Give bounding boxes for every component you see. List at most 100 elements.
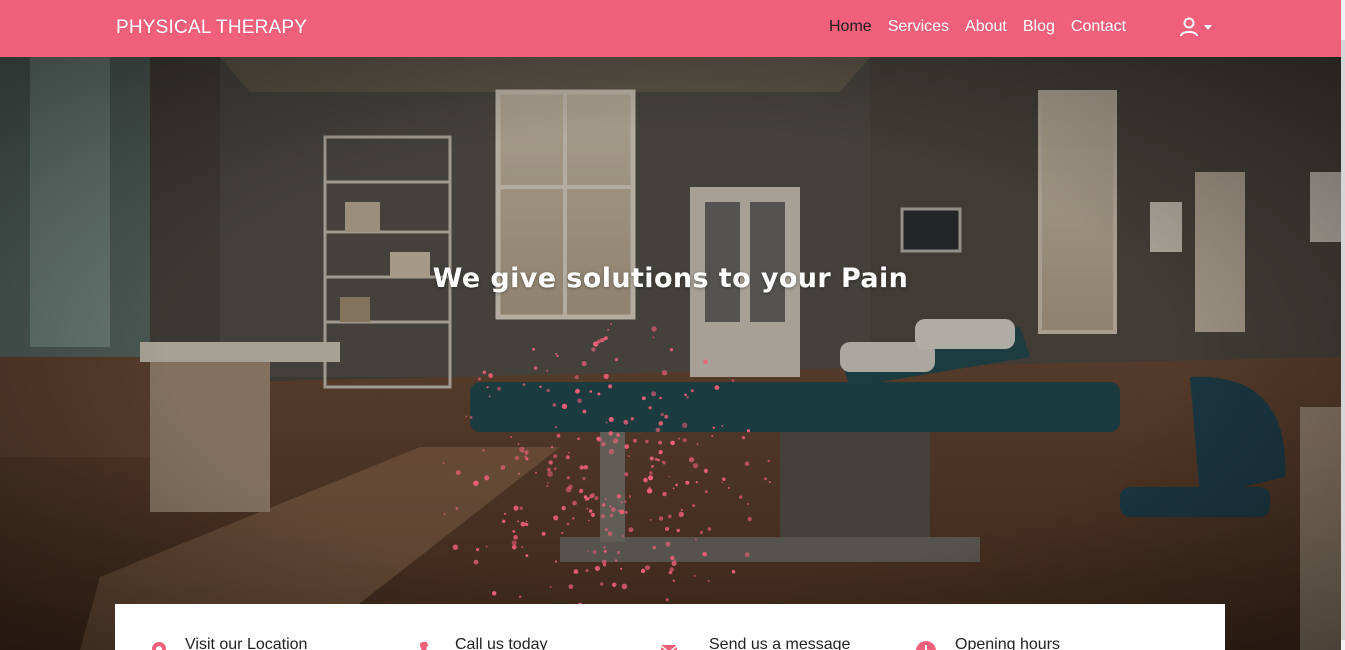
navbar: PHYSICAL THERAPY Home Services About Blo… xyxy=(0,0,1341,57)
particle-dot xyxy=(616,551,621,555)
phone-icon xyxy=(420,642,428,650)
particle-dot xyxy=(512,544,517,550)
particle-dot xyxy=(601,559,607,565)
particle-dot xyxy=(608,431,614,436)
particle-dot xyxy=(628,527,634,533)
nav-blog[interactable]: Blog xyxy=(1023,18,1055,36)
particle-dot xyxy=(573,569,579,574)
particle-dot xyxy=(568,584,574,590)
particle-dot xyxy=(552,403,557,407)
particle-dot xyxy=(648,486,651,489)
particle-dot xyxy=(608,384,613,389)
particle-dot xyxy=(628,495,632,498)
particle-dot xyxy=(668,514,672,519)
particle-dot xyxy=(554,560,558,563)
particle-effect xyxy=(442,323,771,631)
particle-dot xyxy=(649,471,653,475)
particle-dot xyxy=(600,337,605,343)
nav-services[interactable]: Services xyxy=(888,18,949,36)
particle-dot xyxy=(619,509,625,515)
particle-dot xyxy=(744,552,750,558)
particle-dot xyxy=(511,540,517,546)
particle-dot xyxy=(547,467,551,472)
particle-dot xyxy=(512,530,516,533)
scrollbar-thumb[interactable] xyxy=(1341,40,1345,640)
particle-dot xyxy=(532,347,535,351)
particle-dot xyxy=(575,388,580,394)
particle-dot xyxy=(521,546,524,549)
particle-dot xyxy=(605,421,608,424)
particle-dot xyxy=(622,535,624,537)
info-phone[interactable]: Call us today xyxy=(385,604,639,650)
particle-dot xyxy=(651,465,654,468)
particle-dot xyxy=(645,439,649,444)
particle-dot xyxy=(692,463,699,469)
user-icon xyxy=(1180,17,1198,37)
nav-about[interactable]: About xyxy=(965,18,1007,36)
particle-dot xyxy=(623,419,629,425)
particle-dot xyxy=(768,481,771,484)
particle-dot xyxy=(539,385,542,388)
user-menu-dropdown[interactable] xyxy=(1178,16,1212,38)
particle-dot xyxy=(747,517,752,522)
particle-dot xyxy=(525,520,528,523)
particle-dot xyxy=(574,375,579,380)
particle-dot xyxy=(680,508,683,511)
nav-home[interactable]: Home xyxy=(829,18,872,36)
particle-dot xyxy=(624,472,629,477)
particle-dot xyxy=(602,503,606,507)
particle-dot xyxy=(608,448,615,455)
particle-dot xyxy=(669,348,674,352)
particle-dot xyxy=(582,409,587,414)
brand-logo[interactable]: PHYSICAL THERAPY xyxy=(116,17,307,39)
particle-dot xyxy=(652,336,655,339)
nav-contact[interactable]: Contact xyxy=(1071,18,1126,36)
particle-dot xyxy=(707,580,710,582)
particle-dot xyxy=(659,396,662,400)
scrollbar[interactable] xyxy=(1341,0,1345,650)
particle-dot xyxy=(722,477,726,482)
particle-dot xyxy=(682,422,688,428)
particle-dot xyxy=(578,488,584,494)
particle-dot xyxy=(510,435,513,438)
particle-dot xyxy=(678,511,684,517)
info-hours[interactable]: Opening hours xyxy=(885,604,1225,650)
particle-dot xyxy=(692,504,696,507)
particle-dot xyxy=(600,582,604,586)
particle-dot xyxy=(670,440,675,446)
particle-dot xyxy=(662,461,666,465)
particle-dot xyxy=(518,595,522,598)
particle-dot xyxy=(668,475,671,478)
clock-icon xyxy=(916,641,936,650)
particle-dot xyxy=(607,328,610,331)
particle-dot xyxy=(661,370,668,376)
particle-dot xyxy=(651,326,657,332)
particle-dot xyxy=(699,530,704,534)
particle-dot xyxy=(646,488,653,494)
particle-dot xyxy=(482,370,487,375)
particle-dot xyxy=(556,433,561,438)
particle-dot xyxy=(658,440,663,445)
particle-dot xyxy=(648,406,652,410)
particle-dot xyxy=(553,467,557,471)
particle-dot xyxy=(696,443,699,446)
particle-dot xyxy=(711,434,714,437)
particle-dot xyxy=(504,512,507,515)
particle-dot xyxy=(488,373,493,378)
particle-dot xyxy=(600,514,606,519)
particle-dot xyxy=(582,476,586,481)
particle-dot xyxy=(630,417,634,421)
particle-dot xyxy=(607,531,613,537)
info-location[interactable]: Visit our Location xyxy=(115,604,385,650)
particle-dot xyxy=(566,476,570,480)
particle-dot xyxy=(572,517,575,520)
particle-dot xyxy=(517,472,520,475)
info-message[interactable]: Send us a message xyxy=(639,604,885,650)
particle-dot xyxy=(609,505,612,508)
particle-dot xyxy=(684,393,687,397)
particle-dot xyxy=(502,519,506,523)
particle-dot xyxy=(690,389,694,393)
particle-dot xyxy=(455,506,459,510)
particle-dot xyxy=(674,559,676,562)
particle-dot xyxy=(649,518,652,521)
